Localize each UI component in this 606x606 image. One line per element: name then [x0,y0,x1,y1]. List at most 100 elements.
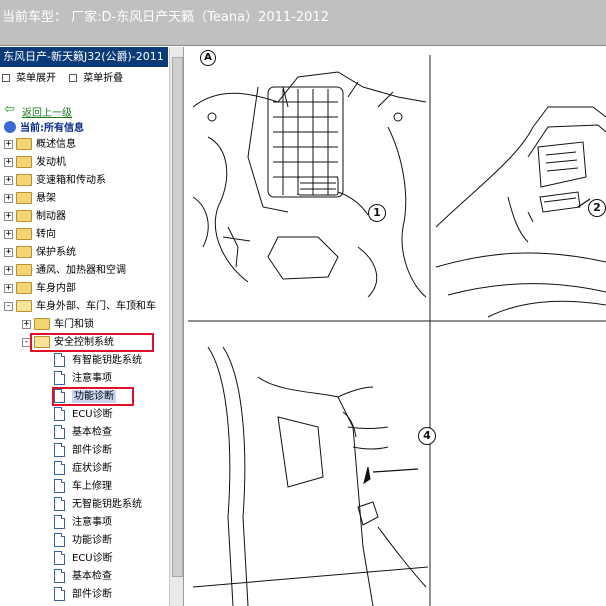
highlight-box [30,333,154,352]
tree-doc-item[interactable]: 部件诊断 [0,586,168,604]
tree-item-label[interactable]: 保护系统 [36,246,76,259]
document-icon [54,425,65,439]
back-arrow-icon: ⇦ [4,102,15,117]
current-location-label: 当前:所有信息 [20,123,84,134]
collapse-menu-label: 菜单折叠 [83,73,124,84]
tree-item-label[interactable]: 车身外部、车门、车顶和车 [36,300,156,313]
document-icon [54,515,65,529]
expand-icon[interactable]: + [22,320,31,329]
diagram-panel-top-left [192,71,427,298]
tree-item-label[interactable]: 有智能钥匙系统 [72,354,142,367]
tree-item-label[interactable]: 基本检查 [72,570,112,583]
tree-item-label[interactable]: 车门和锁 [54,318,94,331]
title-bar: 当前车型： 厂家:D-东风日产天籁（Teana）2011-2012 [0,0,606,46]
highlight-box [52,387,134,406]
expand-icon[interactable]: + [4,248,13,257]
tree-doc-item[interactable]: 基本检查 [0,568,168,586]
vertical-scrollbar[interactable] [169,47,183,606]
folder-icon [16,228,32,240]
back-link-label[interactable]: 返回上一级 [22,108,72,119]
back-link[interactable]: ⇦ 返回上一级 [4,102,72,119]
callout-2: 2 [588,199,606,217]
tree-item-label[interactable]: 发动机 [36,156,66,169]
tree-item-label[interactable]: 概述信息 [36,138,76,151]
menu-row: 菜单展开 菜单折叠 [2,69,133,85]
folder-icon [16,156,32,168]
tree-doc-item[interactable]: 部件诊断 [0,442,168,460]
folder-icon [34,318,50,330]
tree-folder-item[interactable]: + 悬架 [0,190,168,208]
tree-item-label[interactable]: 通风、加热器和空调 [36,264,126,277]
info-icon [4,121,16,133]
expand-menu-label: 菜单展开 [16,73,56,84]
document-icon [54,353,65,367]
service-diagram [188,55,606,606]
tree-item-label[interactable]: 车身内部 [36,282,76,295]
tree-item-label[interactable]: 悬架 [36,192,56,205]
tree-doc-item[interactable]: 无智能钥匙系统 [0,496,168,514]
tree-item-label[interactable]: 转向 [36,228,56,241]
tree-folder-item[interactable]: + 发动机 [0,154,168,172]
tree-item-label[interactable]: 症状诊断 [72,462,112,475]
folder-icon [16,210,32,222]
tree-folder-item[interactable]: + 通风、加热器和空调 [0,262,168,280]
document-icon [54,371,65,385]
pane-header: 东风日产-新天籁J32(公爵)-2011 [0,47,168,67]
expand-icon[interactable]: + [4,284,13,293]
tree-doc-item[interactable]: 有智能钥匙系统 [0,352,168,370]
tree-doc-item[interactable]: 症状诊断 [0,460,168,478]
tree-folder-item[interactable]: + 变速箱和传动系 [0,172,168,190]
tree-item-label[interactable]: 注意事项 [72,372,112,385]
tree-item-label[interactable]: 部件诊断 [72,444,112,457]
expand-icon[interactable]: + [4,212,13,221]
collapse-menu-button[interactable]: 菜单折叠 [69,69,123,84]
tree-folder-item[interactable]: + 保护系统 [0,244,168,262]
expand-icon[interactable]: + [4,140,13,149]
expand-icon[interactable]: + [4,230,13,239]
expand-icon[interactable]: + [4,176,13,185]
tree-folder-item[interactable]: + 概述信息 [0,136,168,154]
tree-doc-item[interactable]: ECU诊断 [0,406,168,424]
tree-doc-item[interactable]: 功能诊断 [0,532,168,550]
document-icon [54,533,65,547]
tree-item-label[interactable]: 车上修理 [72,480,112,493]
tree-item-label[interactable]: ECU诊断 [72,552,113,565]
tree-item-label[interactable]: 部件诊断 [72,588,112,601]
tree-doc-item[interactable]: ECU诊断 [0,550,168,568]
tree-folder-item[interactable]: - 车身外部、车门、车顶和车 [0,298,168,316]
tree-folder-item[interactable]: + 车身内部 [0,280,168,298]
document-icon [54,443,65,457]
tree-item-label[interactable]: 基本检查 [72,426,112,439]
tree-folder-item[interactable]: + 制动器 [0,208,168,226]
tree-folder-item[interactable]: + 车门和锁 [0,316,168,334]
tree-item-label[interactable]: 功能诊断 [72,534,112,547]
tree-item-label[interactable]: ECU诊断 [72,408,113,421]
document-icon [54,587,65,601]
tree-doc-item[interactable]: 注意事项 [0,514,168,532]
current-location: 当前:所有信息 [4,119,84,134]
folder-icon [16,282,32,294]
tree-doc-item[interactable]: 基本检查 [0,424,168,442]
tree-doc-item[interactable]: 注意事项 [0,370,168,388]
folder-icon [16,246,32,258]
document-icon [54,479,65,493]
tree-folder-item[interactable]: + 转向 [0,226,168,244]
expand-icon [2,74,10,82]
diagram-panel-bottom-left [192,346,429,606]
tree-item-label[interactable]: 注意事项 [72,516,112,529]
collapse-icon[interactable]: - [4,302,13,311]
folder-icon [16,192,32,204]
tree-item-label[interactable]: 变速箱和传动系 [36,174,106,187]
document-icon [54,407,65,421]
tree-item-label[interactable]: 无智能钥匙系统 [72,498,142,511]
expand-icon[interactable]: + [4,266,13,275]
diagram-viewer: A 1 2 4 [188,47,606,606]
expand-icon[interactable]: + [4,158,13,167]
tree-item-label[interactable]: 制动器 [36,210,66,223]
expand-icon[interactable]: + [4,194,13,203]
tree-doc-item[interactable]: 车上修理 [0,478,168,496]
scrollbar-thumb[interactable] [172,57,183,577]
callout-1: 1 [368,204,386,222]
diagram-panel-top-right [435,106,606,318]
expand-menu-button[interactable]: 菜单展开 [2,69,56,84]
